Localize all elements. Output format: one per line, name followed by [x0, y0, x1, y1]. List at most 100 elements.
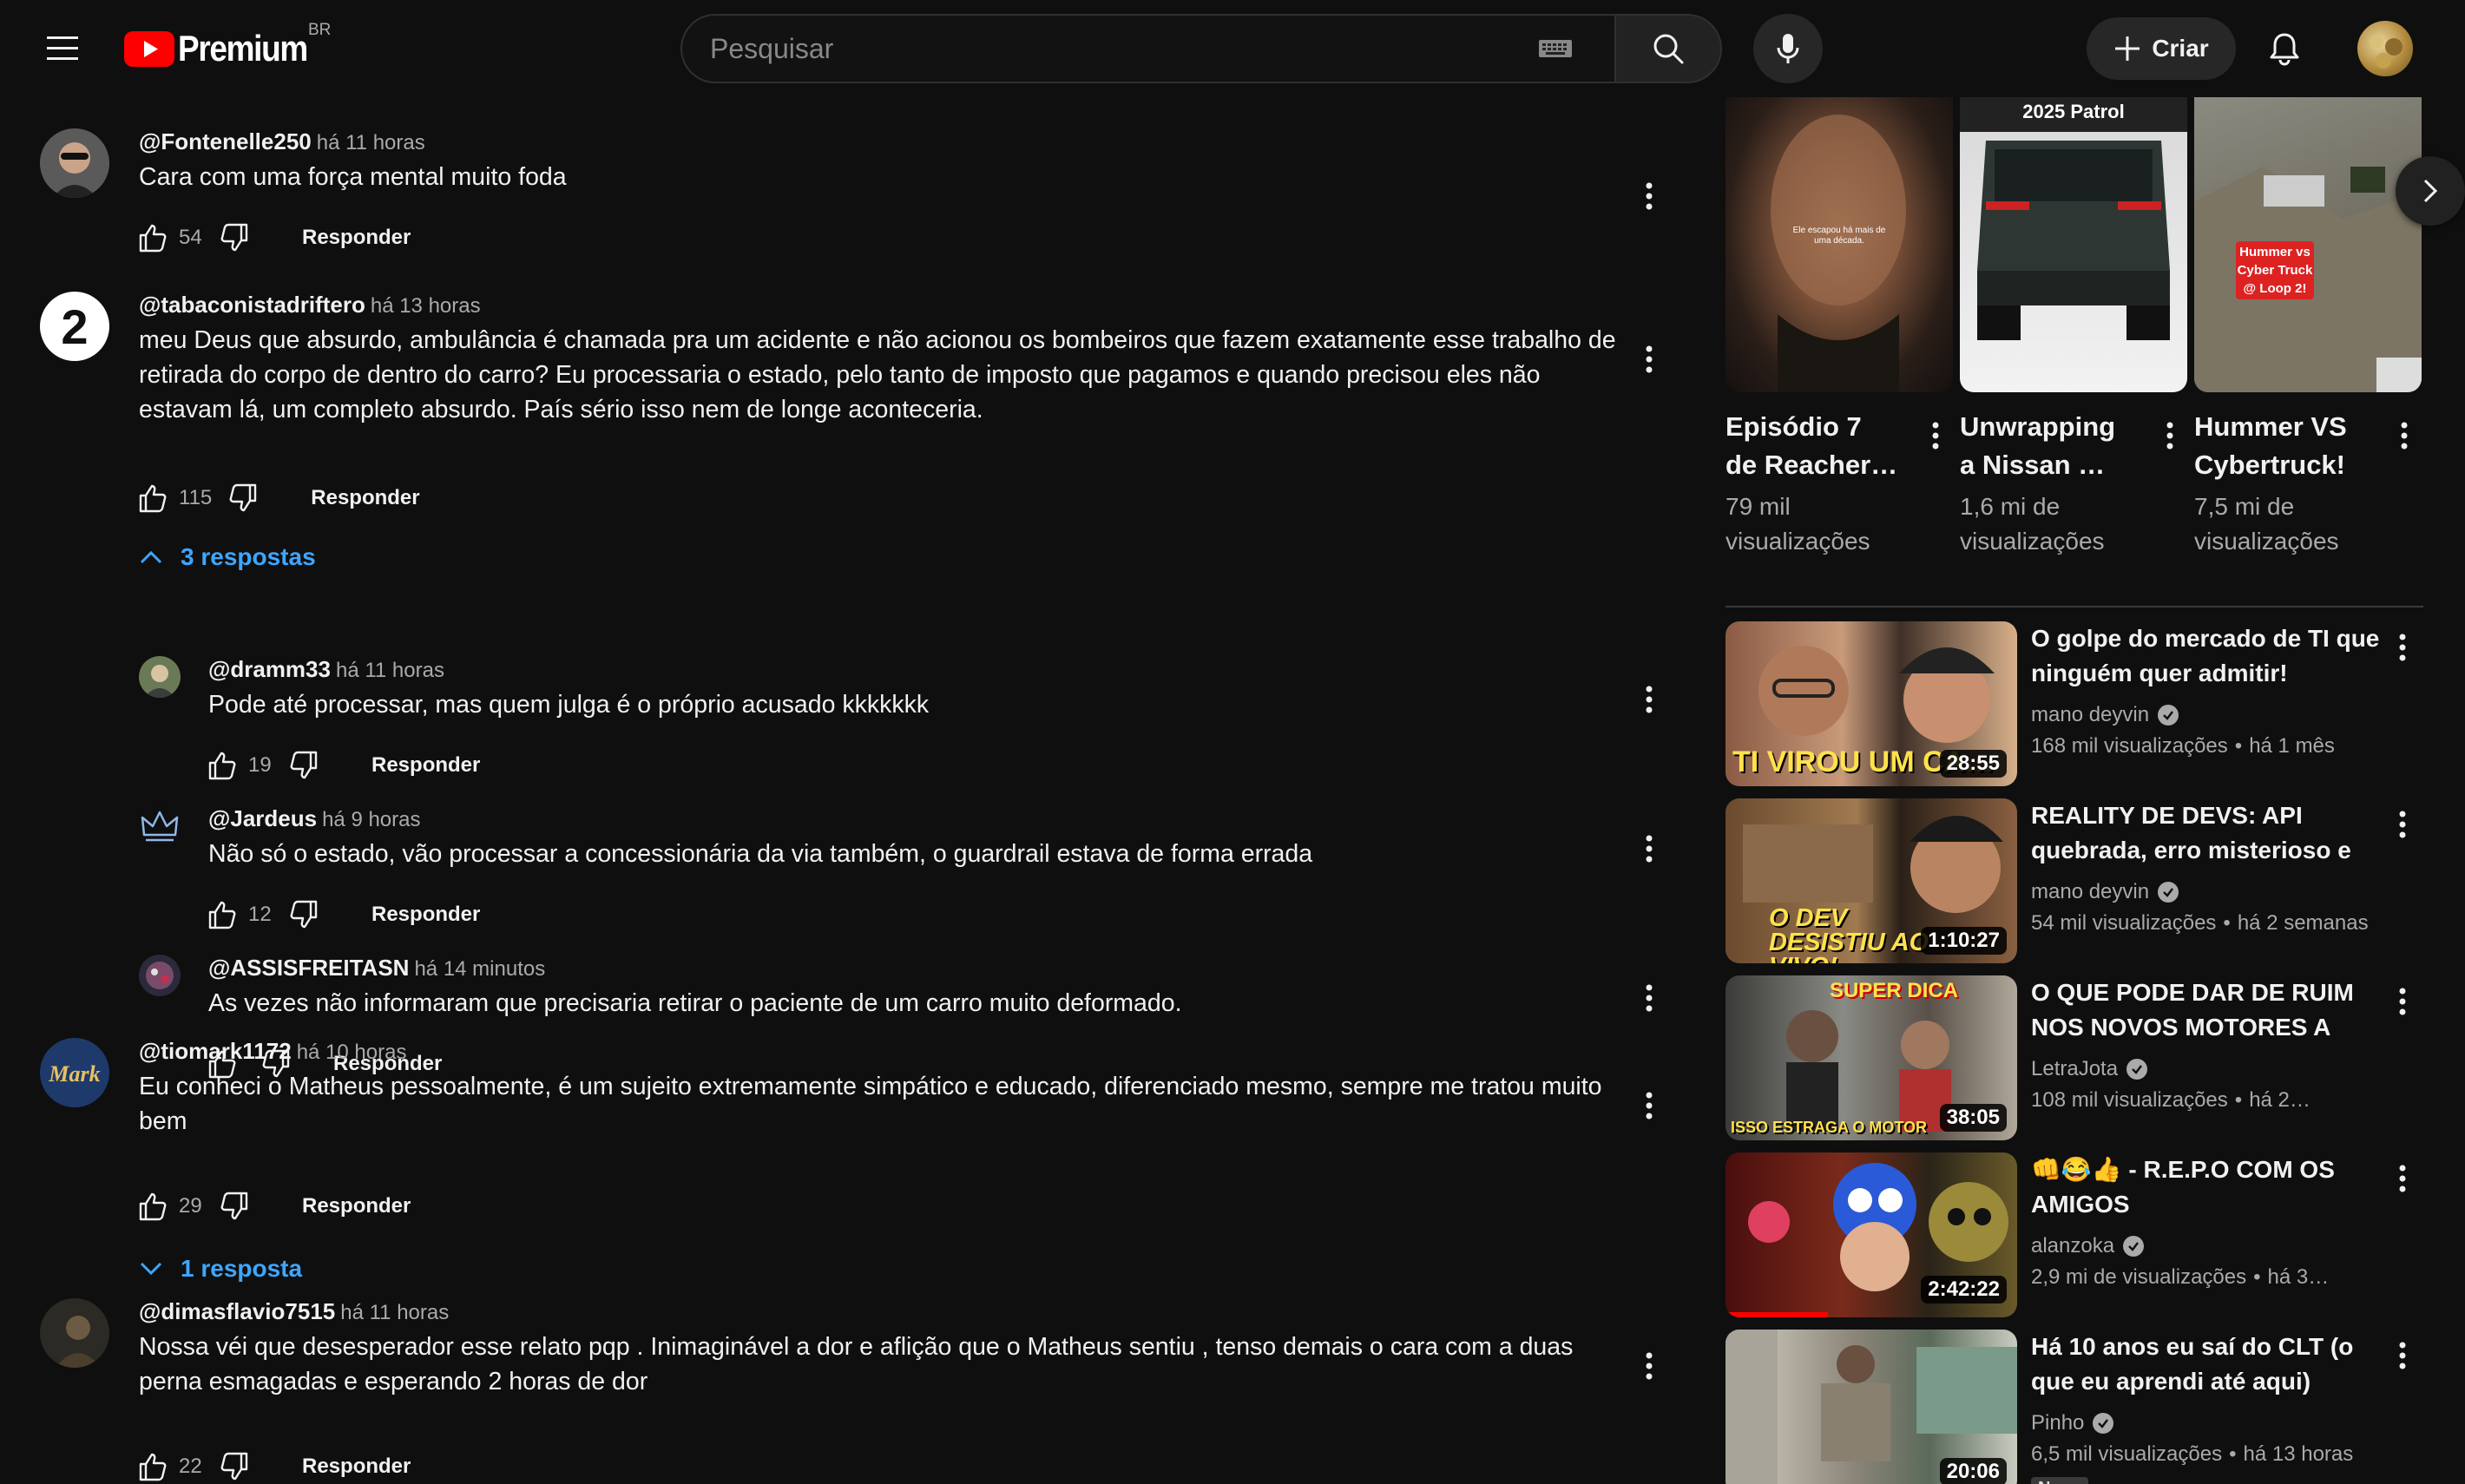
- short-item[interactable]: Hummer vs Cyber Truck @ Loop 2! Hummer V…: [2194, 97, 2422, 555]
- dislike-button[interactable]: [215, 1448, 253, 1484]
- comment-action-menu-button[interactable]: [1625, 172, 1673, 220]
- video-menu-button[interactable]: [2385, 1161, 2420, 1196]
- dislike-button[interactable]: [285, 896, 323, 934]
- channel-name[interactable]: alanzoka: [2031, 1234, 2114, 1258]
- comment-time[interactable]: há 13 horas: [371, 294, 481, 318]
- short-menu-button[interactable]: [1918, 418, 1953, 453]
- voice-search-button[interactable]: [1753, 14, 1823, 83]
- related-video-item[interactable]: O DEV DESISTIU AO VIVO! 1:10:27 REALITY …: [1726, 798, 2423, 963]
- commenter-avatar[interactable]: [40, 1298, 109, 1368]
- account-avatar[interactable]: [2357, 21, 2413, 76]
- short-title[interactable]: Hummer VS Cybertruck!: [2194, 408, 2368, 484]
- replier-avatar[interactable]: [139, 656, 181, 698]
- comment-author[interactable]: @tiomark1172: [139, 1038, 292, 1064]
- video-channel[interactable]: alanzoka: [2031, 1234, 2145, 1258]
- short-menu-button[interactable]: [2387, 418, 2422, 453]
- comment-time[interactable]: há 14 minutos: [414, 957, 545, 981]
- video-thumbnail[interactable]: SUPER DICA ISSO ESTRAGA O MOTOR 38:05: [1726, 975, 2017, 1140]
- video-channel[interactable]: mano deyvin: [2031, 880, 2179, 904]
- replies-toggle-button[interactable]: 3 respostas: [139, 543, 316, 571]
- short-thumbnail[interactable]: Hummer vs Cyber Truck @ Loop 2!: [2194, 97, 2422, 392]
- like-button[interactable]: [134, 219, 172, 257]
- short-title[interactable]: Episódio 7 de Reacher…: [1726, 408, 1899, 484]
- short-thumbnail[interactable]: 2025 Patrol: [1960, 97, 2187, 392]
- reply-button[interactable]: Responder: [371, 753, 480, 778]
- like-button[interactable]: [134, 479, 172, 517]
- channel-name[interactable]: LetraJota: [2031, 1057, 2118, 1081]
- video-menu-button[interactable]: [2385, 807, 2420, 842]
- dislike-button[interactable]: [285, 746, 323, 785]
- related-video-item[interactable]: 20:06 Há 10 anos eu saí do CLT (o que eu…: [1726, 1330, 2423, 1484]
- dislike-button[interactable]: [224, 479, 262, 517]
- notifications-button[interactable]: [2257, 21, 2312, 76]
- comment-action-menu-button[interactable]: [1625, 675, 1673, 724]
- comment-time[interactable]: há 11 horas: [340, 1301, 449, 1324]
- video-title[interactable]: O golpe do mercado de TI que ninguém que…: [2031, 621, 2387, 691]
- commenter-avatar[interactable]: [40, 128, 109, 198]
- related-video-item[interactable]: TI VIROU UM CA… 28:55 O golpe do mercado…: [1726, 621, 2423, 786]
- comment-time[interactable]: há 11 horas: [336, 659, 444, 682]
- video-menu-button[interactable]: [2385, 984, 2420, 1019]
- replies-toggle-button[interactable]: 1 resposta: [139, 1255, 302, 1283]
- comment-action-menu-button[interactable]: [1625, 1081, 1673, 1130]
- like-button[interactable]: [134, 1448, 172, 1484]
- video-title[interactable]: 👊😂👍 - R.E.P.O COM OS AMIGOS: [2031, 1152, 2387, 1222]
- short-item[interactable]: 2025 Patrol Unwrapping a Nissan … 1,6 mi…: [1960, 97, 2187, 555]
- video-channel[interactable]: Pinho: [2031, 1411, 2114, 1435]
- commenter-avatar[interactable]: 2: [40, 292, 109, 361]
- video-thumbnail[interactable]: 20:06: [1726, 1330, 2017, 1484]
- replier-avatar[interactable]: [139, 955, 181, 996]
- related-video-item[interactable]: 2:42:22 👊😂👍 - R.E.P.O COM OS AMIGOS alan…: [1726, 1152, 2423, 1317]
- video-channel[interactable]: mano deyvin: [2031, 703, 2179, 727]
- dislike-button[interactable]: [215, 219, 253, 257]
- video-menu-button[interactable]: [2385, 1338, 2420, 1373]
- channel-name[interactable]: Pinho: [2031, 1411, 2084, 1435]
- comment-author[interactable]: @Jardeus: [208, 805, 317, 831]
- short-title[interactable]: Unwrapping a Nissan …: [1960, 408, 2133, 484]
- video-channel[interactable]: LetraJota: [2031, 1057, 2148, 1081]
- create-button[interactable]: Criar: [2087, 17, 2236, 80]
- comment-author[interactable]: @tabaconistadriftero: [139, 292, 365, 318]
- channel-name[interactable]: mano deyvin: [2031, 703, 2149, 727]
- comment-time[interactable]: há 10 horas: [297, 1041, 407, 1064]
- keyboard-icon[interactable]: [1538, 36, 1573, 61]
- like-button[interactable]: [203, 746, 241, 785]
- video-thumbnail[interactable]: 2:42:22: [1726, 1152, 2017, 1317]
- reply-button[interactable]: Responder: [302, 1454, 411, 1479]
- video-title[interactable]: O QUE PODE DAR DE RUIM NOS NOVOS MOTORES…: [2031, 975, 2387, 1045]
- search-input[interactable]: [710, 16, 1491, 82]
- reply-button[interactable]: Responder: [302, 1194, 411, 1218]
- comment-action-menu-button[interactable]: [1625, 824, 1673, 873]
- short-item[interactable]: Ele escapou há mais de uma década. Episó…: [1726, 97, 1953, 555]
- like-button[interactable]: [203, 896, 241, 934]
- search-button[interactable]: [1614, 14, 1722, 83]
- comment-action-menu-button[interactable]: [1625, 335, 1673, 384]
- comment-action-menu-button[interactable]: [1625, 1342, 1673, 1390]
- short-thumbnail[interactable]: Ele escapou há mais de uma década.: [1726, 97, 1953, 392]
- channel-name[interactable]: mano deyvin: [2031, 880, 2149, 904]
- short-menu-button[interactable]: [2153, 418, 2187, 453]
- comment-time[interactable]: há 11 horas: [317, 131, 425, 154]
- comment-author[interactable]: @dimasflavio7515: [139, 1298, 335, 1324]
- video-title[interactable]: REALITY DE DEVS: API quebrada, erro mist…: [2031, 798, 2387, 868]
- reply-button[interactable]: Responder: [302, 226, 411, 250]
- comment-author[interactable]: @dramm33: [208, 656, 331, 682]
- comment-action-menu-button[interactable]: [1625, 974, 1673, 1022]
- comment-time[interactable]: há 9 horas: [322, 808, 420, 831]
- video-title[interactable]: Há 10 anos eu saí do CLT (o que eu apren…: [2031, 1330, 2387, 1399]
- video-menu-button[interactable]: [2385, 630, 2420, 665]
- related-video-item[interactable]: SUPER DICA ISSO ESTRAGA O MOTOR 38:05 O …: [1726, 975, 2423, 1140]
- replier-avatar[interactable]: [139, 805, 181, 847]
- comment-author[interactable]: @ASSISFREITASN: [208, 955, 409, 981]
- comment-author[interactable]: @Fontenelle250: [139, 128, 312, 154]
- commenter-avatar[interactable]: Mark: [40, 1038, 109, 1107]
- like-button[interactable]: [134, 1187, 172, 1225]
- reply-button[interactable]: Responder: [371, 903, 480, 927]
- youtube-premium-logo[interactable]: Premium BR: [124, 21, 331, 71]
- video-thumbnail[interactable]: TI VIROU UM CA… 28:55: [1726, 621, 2017, 786]
- search-box[interactable]: [680, 14, 1614, 83]
- video-thumbnail[interactable]: O DEV DESISTIU AO VIVO! 1:10:27: [1726, 798, 2017, 963]
- guide-menu-button[interactable]: [35, 21, 90, 76]
- shorts-next-button[interactable]: [2396, 156, 2465, 226]
- reply-button[interactable]: Responder: [311, 486, 419, 510]
